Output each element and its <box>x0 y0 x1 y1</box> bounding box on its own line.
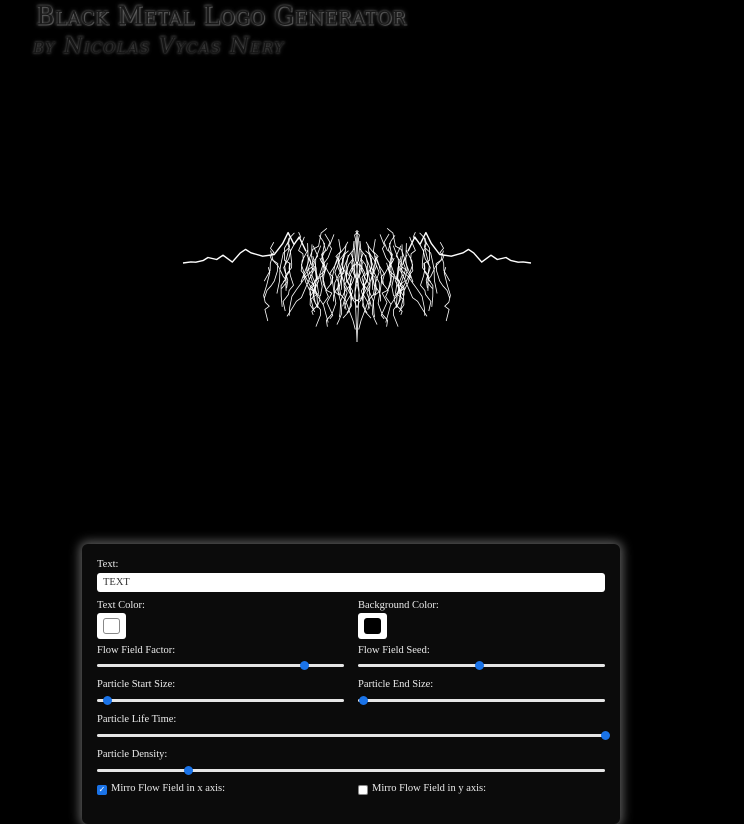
logo-stroke <box>409 236 416 283</box>
author-subtitle: by Nicolas Vycas Nery <box>33 34 285 59</box>
slider-thumb[interactable] <box>601 731 610 740</box>
logo-stroke <box>398 265 426 316</box>
mirror-x-label: Mirro Flow Field in x axis: <box>111 783 226 794</box>
generated-logo <box>182 227 532 343</box>
flow-field-seed-label: Flow Field Seed: <box>358 645 430 656</box>
logo-stroke <box>358 267 372 330</box>
slider-thumb[interactable] <box>358 696 368 705</box>
particle-start-size-label: Particle Start Size: <box>97 679 176 690</box>
logo-stroke <box>288 265 316 316</box>
page-title: Black Metal Logo Generator <box>36 0 407 31</box>
particle-end-size-slider[interactable] <box>358 695 605 705</box>
logo-stroke <box>407 231 532 264</box>
particle-density-label: Particle Density: <box>97 749 168 760</box>
mirror-x-checkbox[interactable]: ✓ <box>97 785 107 795</box>
logo-stroke <box>263 266 271 322</box>
logo-stroke <box>298 236 305 283</box>
flow-field-factor-slider[interactable] <box>97 660 344 670</box>
particle-end-size-label: Particle End Size: <box>358 679 434 690</box>
logo-stroke <box>263 259 279 299</box>
slider-thumb[interactable] <box>475 661 485 670</box>
logo-stroke <box>182 231 307 264</box>
slider-thumb[interactable] <box>300 661 310 670</box>
logo-stroke <box>270 250 286 307</box>
text-label: Text: <box>97 559 119 570</box>
slider-thumb[interactable] <box>102 696 112 705</box>
logo-stroke <box>342 267 356 330</box>
logo-stroke <box>435 259 451 299</box>
flow-field-seed-slider[interactable] <box>358 660 605 670</box>
mirror-y-label: Mirro Flow Field in y axis: <box>372 783 487 794</box>
flow-field-factor-label: Flow Field Factor: <box>97 645 176 656</box>
particle-start-size-slider[interactable] <box>97 695 344 705</box>
mirror-y-checkbox[interactable]: ✓ <box>358 785 368 795</box>
logo-stroke <box>428 250 444 307</box>
particle-density-slider[interactable] <box>97 765 605 775</box>
controls-panel: Text: Text Color: Background Color: Flow… <box>82 544 620 824</box>
particle-life-time-slider[interactable] <box>97 730 610 740</box>
background-color-picker[interactable] <box>358 613 387 639</box>
text-color-label: Text Color: <box>97 600 145 611</box>
text-color-picker[interactable] <box>97 613 126 639</box>
background-color-label: Background Color: <box>358 600 439 611</box>
slider-thumb[interactable] <box>184 766 194 775</box>
particle-life-time-label: Particle Life Time: <box>97 714 177 725</box>
text-input[interactable] <box>97 573 605 592</box>
logo-stroke <box>443 266 451 322</box>
